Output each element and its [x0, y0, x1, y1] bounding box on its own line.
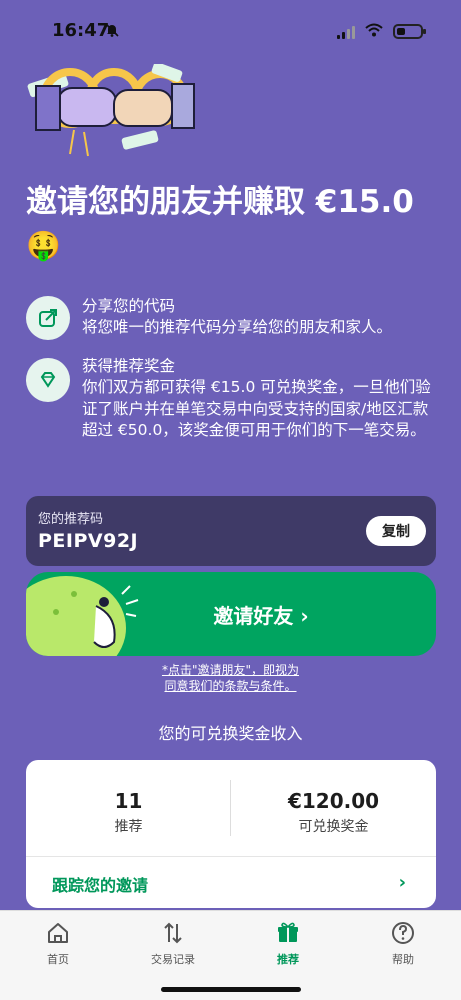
invite-friends-label: 邀请好友 ›	[213, 603, 309, 628]
invite-friends-button[interactable]: 邀请好友 ›	[26, 572, 436, 656]
wifi-icon	[365, 22, 383, 41]
feature-body: 你们双方都可获得 €15.0 可兑换奖金，一旦他们验证了账户并在单笔交易中向受支…	[82, 378, 431, 439]
chevron-right-icon[interactable]: ›	[399, 872, 406, 893]
share-icon	[26, 296, 70, 340]
card-divider	[26, 856, 436, 857]
referrals-label: 推荐	[114, 819, 143, 835]
status-bar: 16:47	[0, 0, 461, 58]
tab-label: 帮助	[392, 953, 414, 966]
tab-help[interactable]: 帮助	[363, 919, 443, 967]
bonus-label: 可兑换奖金	[298, 819, 369, 835]
referrals-stat: 11 推荐	[26, 788, 231, 836]
fist-bump-illustration	[22, 62, 202, 168]
page-title: 邀请您的朋友并赚取 €15.0 🤑	[26, 180, 446, 268]
transactions-icon	[133, 919, 213, 947]
signal-icon	[337, 25, 355, 39]
feature-title: 分享您的代码	[82, 297, 176, 315]
home-indicator	[161, 987, 301, 992]
money-face-emoji: 🤑	[26, 229, 61, 262]
earnings-card: 11 推荐 €120.00 可兑换奖金 跟踪您的邀请 ›	[26, 760, 436, 908]
terms-link[interactable]: *点击"邀请朋友"，即视为 同意我们的条款与条件。	[0, 662, 461, 694]
bell-muted-icon	[104, 22, 120, 42]
feature-title: 获得推荐奖金	[82, 357, 176, 375]
tab-transactions[interactable]: 交易记录	[133, 919, 213, 967]
referral-code-value: PEIPV92J	[38, 530, 139, 552]
referral-code-card: 您的推荐码 PEIPV92J 复制	[26, 496, 436, 566]
referrals-count: 11	[114, 789, 143, 813]
copy-button[interactable]: 复制	[366, 516, 426, 546]
bottom-tab-bar: 首页 交易记录 推荐 帮助	[0, 910, 461, 1000]
terms-line-2: 同意我们的条款与条件。	[164, 679, 297, 693]
help-icon	[363, 919, 443, 947]
tab-label: 交易记录	[151, 953, 195, 966]
feature-body: 将您唯一的推荐代码分享给您的朋友和家人。	[82, 318, 393, 336]
feature-share-code: 分享您的代码 将您唯一的推荐代码分享给您的朋友和家人。	[26, 296, 436, 346]
status-time: 16:47	[52, 20, 110, 41]
page-title-text: 邀请您的朋友并赚取 €15.0	[26, 184, 414, 220]
referral-code-label: 您的推荐码	[38, 512, 104, 527]
tab-label: 推荐	[277, 953, 299, 966]
tab-label: 首页	[47, 953, 69, 966]
terms-line-1: *点击"邀请朋友"，即视为	[161, 663, 300, 677]
track-invites-link[interactable]: 跟踪您的邀请	[52, 872, 148, 896]
battery-icon	[393, 24, 426, 39]
tab-home[interactable]: 首页	[18, 919, 98, 967]
bonus-stat: €120.00 可兑换奖金	[231, 788, 436, 836]
gift-icon	[248, 919, 328, 947]
feature-referral-bonus: 获得推荐奖金 你们双方都可获得 €15.0 可兑换奖金，一旦他们验证了账户并在单…	[26, 356, 436, 476]
tab-referral[interactable]: 推荐	[248, 919, 328, 967]
home-icon	[18, 919, 98, 947]
diamond-icon	[26, 358, 70, 402]
earnings-section-title: 您的可兑换奖金收入	[158, 724, 303, 743]
bonus-amount: €120.00	[287, 789, 380, 813]
